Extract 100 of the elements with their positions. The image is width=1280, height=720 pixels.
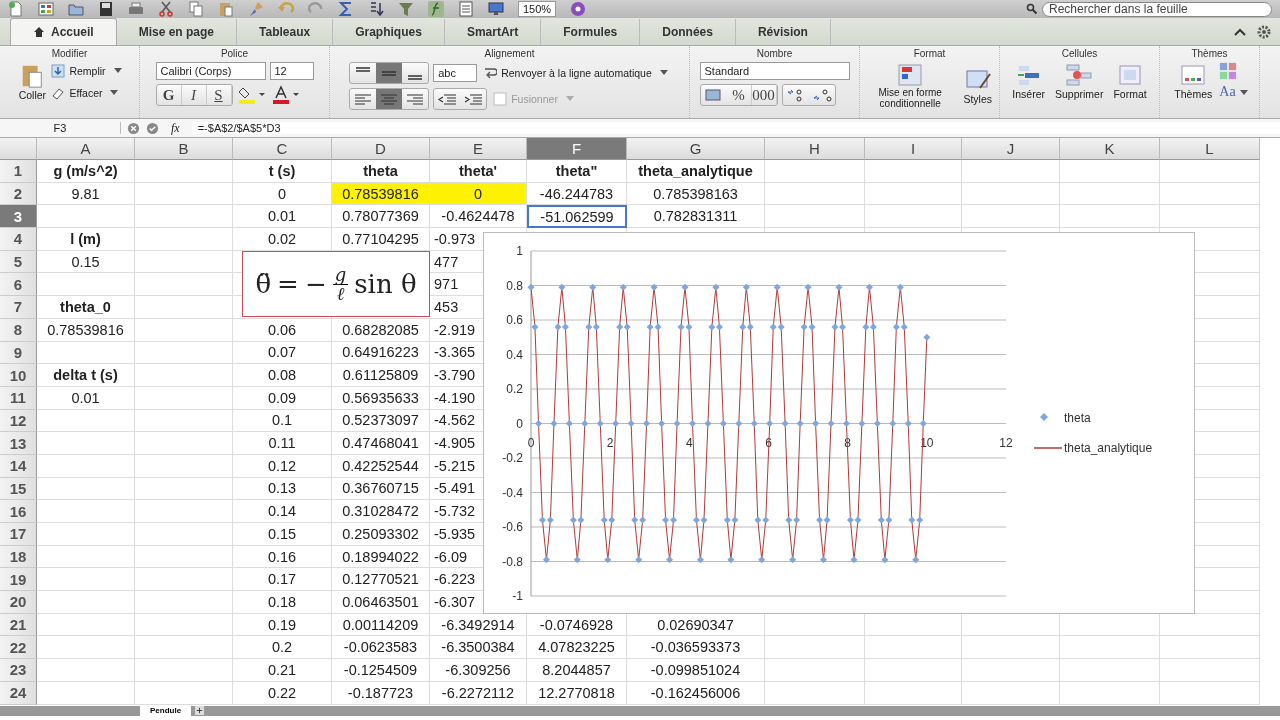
column-header[interactable]: H (765, 138, 865, 160)
styles-button[interactable]: Styles (960, 66, 995, 105)
ribbon-tab[interactable]: Graphiques (333, 19, 445, 45)
row-header[interactable]: 24 (0, 681, 37, 705)
save-icon[interactable] (98, 1, 114, 17)
monitor-icon[interactable] (488, 1, 504, 17)
printer-icon[interactable] (128, 1, 144, 17)
sort-icon[interactable] (368, 1, 384, 17)
row-header[interactable]: 17 (0, 523, 37, 546)
settings-icon[interactable] (1256, 23, 1272, 40)
cell-name-field[interactable]: F3 (0, 122, 121, 134)
column-header[interactable]: J (962, 138, 1060, 160)
row-header[interactable]: 3 (0, 205, 37, 229)
ribbon-tab[interactable]: Révision (735, 19, 831, 45)
number-format-dropdown[interactable]: Standard (699, 62, 850, 80)
table-cell: -51.062599 (527, 205, 627, 229)
column-header[interactable]: B (135, 138, 233, 160)
insert-button[interactable]: Insérer (1009, 62, 1048, 100)
row-header[interactable]: 2 (0, 182, 37, 206)
paste-button[interactable]: Coller (15, 63, 50, 101)
ribbon-tab[interactable]: SmartArt (444, 19, 542, 45)
row-header[interactable]: 23 (0, 659, 37, 682)
themes-button[interactable]: Thèmes (1171, 62, 1216, 100)
format-button[interactable]: Format (1110, 62, 1150, 100)
column-header[interactable]: E (430, 138, 527, 160)
row-header[interactable]: 11 (0, 386, 37, 410)
data-point (658, 420, 666, 427)
scissors-icon[interactable] (158, 1, 174, 17)
sheet-tab[interactable]: Pendule (140, 706, 192, 716)
column-header[interactable]: L (1160, 138, 1260, 160)
row-header[interactable]: 7 (0, 296, 37, 319)
formula-field[interactable]: =-$A$2/$A$5*D3 (191, 122, 1280, 134)
column-header[interactable]: A (37, 138, 135, 160)
conditional-format-button[interactable]: Mise en forme conditionnelle (864, 62, 957, 109)
ribbon-tab[interactable]: Tableaux (237, 19, 334, 45)
ribbon-tab[interactable]: Accueil (10, 18, 117, 45)
row-header[interactable]: 8 (0, 318, 37, 342)
text-align-icon[interactable] (376, 89, 403, 109)
cancel-icon[interactable] (127, 121, 140, 135)
zoom-field[interactable]: 150% (518, 1, 557, 17)
search-icon[interactable] (1026, 3, 1038, 15)
function-icon[interactable] (428, 1, 444, 17)
clear-button[interactable]: Effacer (49, 84, 124, 102)
row-header[interactable]: 14 (0, 454, 37, 478)
strikethrough-button[interactable]: S (206, 85, 232, 105)
row-header[interactable]: 13 (0, 432, 37, 455)
row-header[interactable]: 5 (0, 250, 37, 274)
color-palette-icon[interactable] (1219, 62, 1238, 80)
row-header[interactable]: 9 (0, 341, 37, 365)
new-document-icon[interactable] (8, 1, 24, 17)
search-field[interactable]: Rechercher dans la feuille (1042, 1, 1272, 17)
row-header[interactable]: 6 (0, 273, 37, 297)
function-label[interactable]: fx (165, 120, 186, 136)
bold-button[interactable]: G (156, 85, 182, 105)
column-header[interactable]: D (332, 138, 430, 160)
grid-icon[interactable] (38, 1, 54, 17)
column-header[interactable]: I (865, 138, 962, 160)
vertical-align-icon[interactable] (376, 63, 403, 83)
help-icon[interactable] (570, 1, 587, 17)
row-header[interactable]: 4 (0, 228, 37, 251)
font-color-icon[interactable] (270, 85, 301, 105)
column-header[interactable]: G (627, 138, 765, 160)
fill-color-icon[interactable] (236, 85, 267, 105)
table-cell: -6.309256 (430, 659, 527, 682)
row-header[interactable]: 22 (0, 636, 37, 660)
size-dropdown[interactable]: 12 (269, 62, 314, 80)
select-all-button[interactable] (0, 138, 37, 160)
font-dropdown[interactable]: Calibri (Corps) (155, 62, 266, 80)
data-point (565, 420, 573, 427)
add-sheet-icon[interactable] (195, 706, 205, 715)
orientation-dropdown[interactable]: abc (433, 64, 478, 82)
theme-fonts-button[interactable]: Aa (1219, 84, 1248, 100)
sum-icon[interactable] (338, 1, 354, 17)
column-header[interactable]: F (527, 138, 627, 160)
row-header[interactable]: 10 (0, 364, 37, 387)
clipboard-icon[interactable] (218, 1, 234, 17)
copy-icon[interactable] (188, 1, 204, 17)
column-header[interactable]: C (233, 138, 332, 160)
ribbon-tab[interactable]: Formules (541, 19, 641, 45)
row-header[interactable]: 15 (0, 477, 37, 501)
row-header[interactable]: 19 (0, 568, 37, 592)
ribbon-tab[interactable]: Données (640, 19, 736, 45)
table-cell: 0.02 (233, 228, 332, 251)
brush-icon[interactable] (248, 1, 264, 17)
row-header[interactable]: 21 (0, 613, 37, 637)
percent-button[interactable]: % (726, 85, 752, 105)
wrap-text-button[interactable]: Renvoyer à la ligne automatique (481, 64, 670, 82)
fill-button[interactable]: Remplir (49, 62, 124, 80)
confirm-icon[interactable] (146, 121, 159, 135)
row-header[interactable]: 18 (0, 545, 37, 569)
column-header[interactable]: K (1060, 138, 1160, 160)
row-header[interactable]: 1 (0, 160, 37, 183)
delete-button[interactable]: Supprimer (1052, 62, 1107, 100)
thousands-button[interactable]: 000 (751, 85, 777, 105)
calculator-icon[interactable] (458, 1, 474, 17)
ribbon-tab[interactable]: Mise en page (116, 19, 238, 45)
italic-button[interactable]: I (181, 85, 207, 105)
row-header[interactable]: 16 (0, 500, 37, 523)
row-header[interactable]: 20 (0, 591, 37, 614)
row-header[interactable]: 12 (0, 409, 37, 433)
